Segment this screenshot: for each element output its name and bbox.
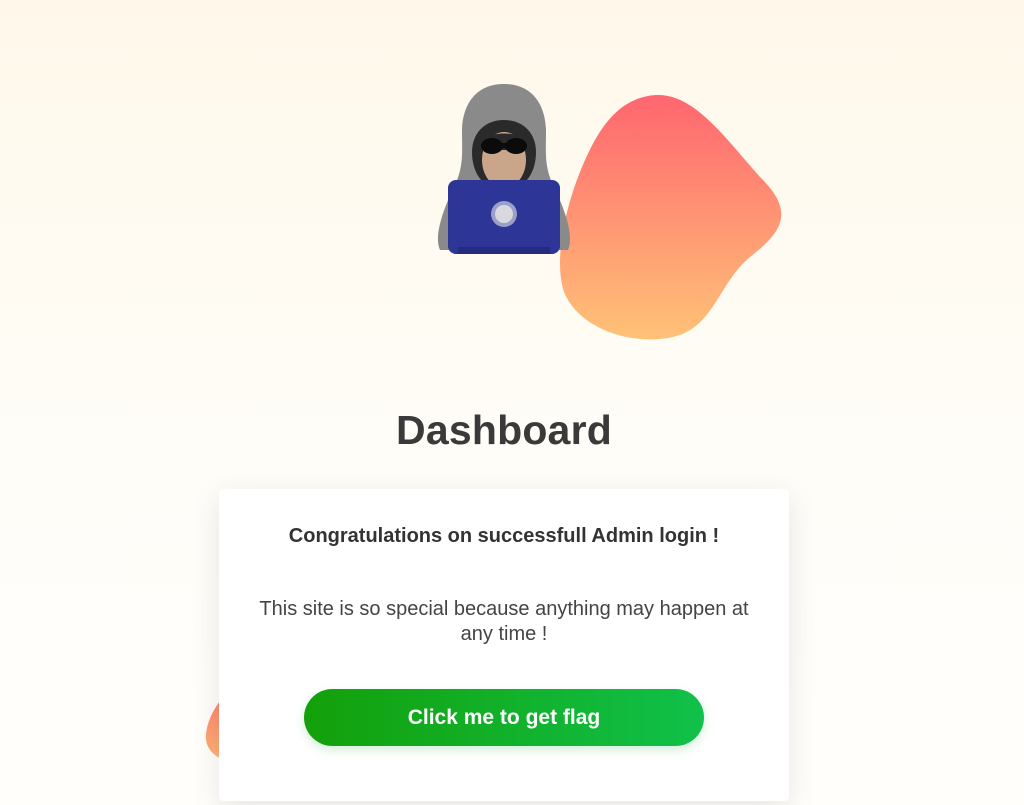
card-message: This site is so special because anything… — [259, 598, 749, 645]
get-flag-button[interactable]: Click me to get flag — [304, 689, 704, 746]
page-title: Dashboard — [396, 407, 612, 454]
card-heading: Congratulations on successfull Admin log… — [288, 525, 720, 547]
dashboard-page: Dashboard Congratulations on successfull… — [0, 0, 1024, 805]
decorative-blob — [560, 95, 782, 340]
hacker-with-laptop-icon — [437, 84, 571, 254]
dashboard-card: Congratulations on successfull Admin log… — [219, 489, 789, 801]
